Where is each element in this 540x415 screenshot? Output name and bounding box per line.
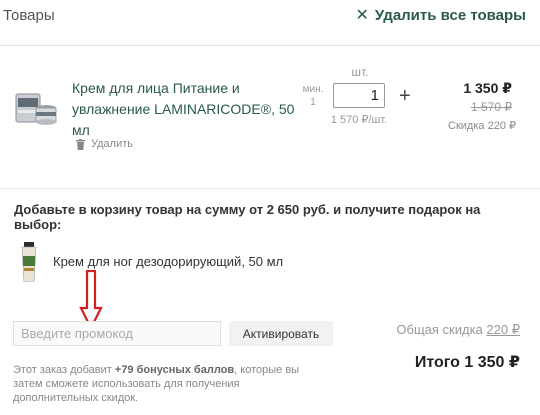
product-name-link[interactable]: Крем для лица Питание и увлажнение LAMIN… <box>72 78 297 141</box>
clear-all-button[interactable]: ✕ Удалить все товары <box>356 7 527 24</box>
quantity-input[interactable] <box>333 83 385 108</box>
quantity-unit-label: шт. <box>351 65 369 79</box>
clear-all-label: Удалить все товары <box>374 7 526 24</box>
activate-promo-button[interactable]: Активировать <box>229 321 333 346</box>
order-total: Итого 1 350 ₽ <box>414 354 520 371</box>
gift-offer-text: Добавьте в корзину товар на сумму от 2 6… <box>14 202 481 232</box>
remove-label: Удалить <box>91 138 133 150</box>
unit-price: 1 570 ₽/шт. <box>330 114 388 126</box>
section-divider <box>0 188 540 189</box>
price-current: 1 350 ₽ <box>463 80 512 96</box>
gift-product-name[interactable]: Крем для ног дезодорирующий, 50 мл <box>53 254 283 269</box>
gift-product-image[interactable] <box>18 242 40 282</box>
remove-item-button[interactable]: Удалить <box>76 138 133 150</box>
page-title: Товары <box>3 7 55 24</box>
bonus-info-text: Этот заказ добавит +79 бонусных баллов, … <box>13 364 300 404</box>
trash-icon <box>76 138 85 150</box>
quantity-increase-button[interactable]: + <box>399 86 411 106</box>
cart-header: Товары ✕ Удалить все товары <box>0 0 540 46</box>
item-discount: Скидка 220 ₽ <box>448 120 516 132</box>
close-icon: ✕ <box>355 6 369 24</box>
total-discount: Общая скидка 220 ₽ <box>396 322 520 337</box>
product-image[interactable] <box>14 86 58 126</box>
min-quantity-label: мин. 1 <box>302 84 324 108</box>
price-old: 1 570 ₽ <box>471 100 512 114</box>
promo-code-input[interactable] <box>13 321 221 346</box>
